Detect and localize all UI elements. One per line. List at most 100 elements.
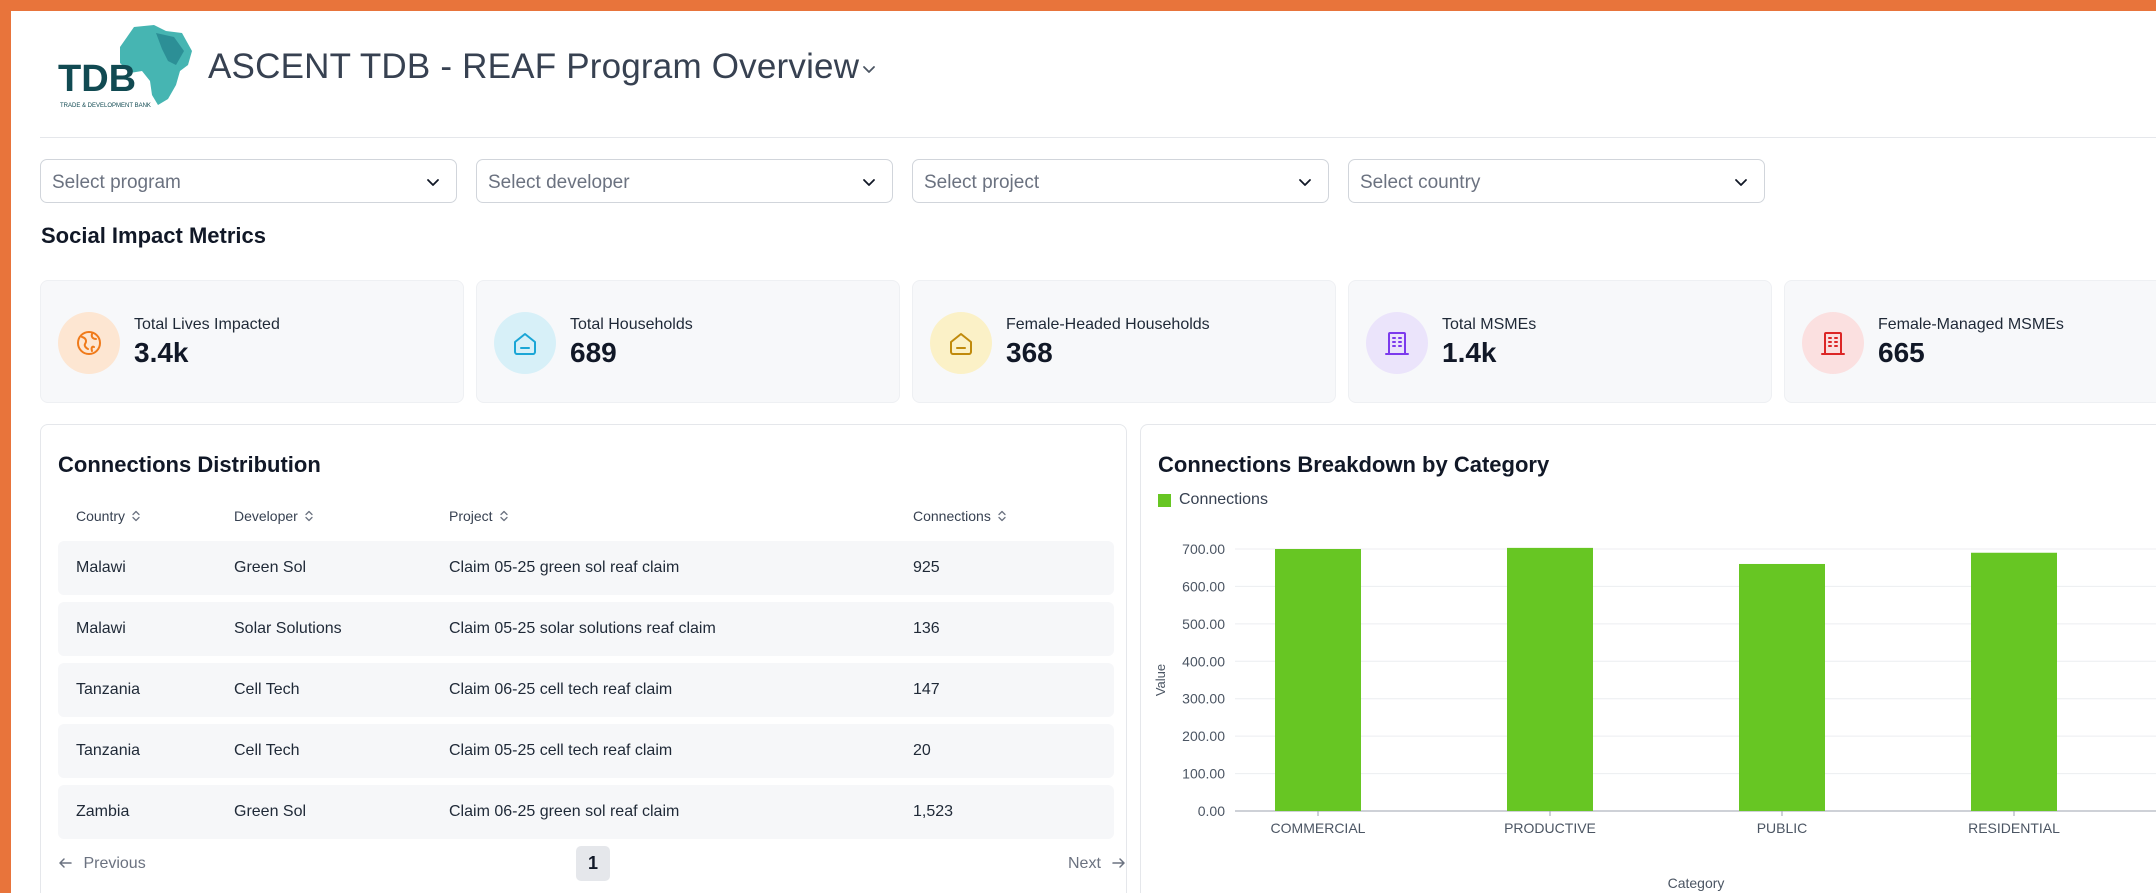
header: TDB TRADE & DEVELOPMENT BANK ASCENT TDB …	[11, 11, 2156, 137]
cell-connections: 147	[913, 681, 940, 698]
home-icon	[514, 333, 536, 355]
cell-country: Malawi	[76, 620, 126, 637]
home-icon	[950, 333, 972, 355]
metric-label: Total Households	[570, 316, 693, 333]
country-select-placeholder: Select country	[1360, 172, 1481, 193]
table-title: Connections Distribution	[58, 452, 321, 477]
metric-icon-bg	[930, 312, 992, 374]
chevron-down-icon	[427, 179, 439, 186]
column-header-project[interactable]: Project	[449, 508, 509, 524]
table-row[interactable]: Tanzania Cell Tech Claim 06-25 cell tech…	[58, 663, 1114, 717]
cell-project: Claim 05-25 solar solutions reaf claim	[449, 620, 716, 637]
metric-label: Total Lives Impacted	[134, 316, 280, 333]
metric-icon-bg	[494, 312, 556, 374]
project-select-placeholder: Select project	[924, 172, 1040, 193]
previous-label: Previous	[83, 855, 146, 872]
y-tick-label: 400.00	[1182, 653, 1225, 669]
y-tick-label: 500.00	[1182, 616, 1225, 632]
connections-chart-panel: Connections Breakdown by Category Connec…	[1140, 424, 2156, 893]
cell-country: Malawi	[76, 559, 126, 576]
y-tick-label: 300.00	[1182, 691, 1225, 707]
table-row[interactable]: Malawi Green Sol Claim 05-25 green sol r…	[58, 541, 1114, 595]
tdb-logo: TDB TRADE & DEVELOPMENT BANK	[58, 25, 192, 109]
y-axis-label: Value	[1153, 664, 1168, 696]
y-tick-label: 600.00	[1182, 578, 1225, 594]
chevron-down-icon[interactable]	[861, 61, 877, 77]
chevron-down-icon	[1299, 179, 1311, 186]
dashboard-frame: TDB TRADE & DEVELOPMENT BANK ASCENT TDB …	[11, 11, 2156, 893]
building-icon	[1385, 332, 1409, 355]
metric-card-lives: Total Lives Impacted 3.4k	[40, 280, 464, 403]
bar-public	[1739, 563, 1825, 811]
y-tick-label: 0.00	[1198, 803, 1225, 819]
sort-icon	[305, 510, 313, 522]
metric-card-households: Total Households 689	[476, 280, 900, 403]
table-row[interactable]: Tanzania Cell Tech Claim 05-25 cell tech…	[58, 724, 1114, 778]
cell-developer: Cell Tech	[234, 742, 300, 759]
column-header-label: Country	[76, 508, 126, 524]
x-tick-label: COMMERCIAL	[1271, 820, 1366, 836]
metric-value: 689	[570, 337, 617, 368]
metric-label: Total MSMEs	[1442, 316, 1537, 333]
y-tick-label: 100.00	[1182, 766, 1225, 782]
previous-page-button[interactable]: Previous	[58, 855, 146, 873]
sort-icon	[132, 510, 140, 522]
arrow-right-icon	[1112, 858, 1126, 868]
metric-card-female-households: Female-Headed Households 368	[912, 280, 1336, 403]
metric-icon-bg	[58, 312, 120, 374]
column-header-developer[interactable]: Developer	[234, 508, 314, 524]
x-tick-label: PUBLIC	[1757, 820, 1808, 836]
table-row[interactable]: Malawi Solar Solutions Claim 05-25 solar…	[58, 602, 1114, 656]
chevron-down-icon	[1735, 179, 1747, 186]
cell-connections: 20	[913, 742, 931, 759]
cell-project: Claim 05-25 cell tech reaf claim	[449, 742, 673, 759]
chevron-down-icon	[863, 179, 875, 186]
page-title: ASCENT TDB - REAF Program Overview	[208, 47, 860, 86]
column-header-connections[interactable]: Connections	[913, 508, 1007, 524]
page-number-button[interactable]: 1	[576, 846, 610, 881]
metric-label: Female-Managed MSMEs	[1878, 316, 2064, 333]
program-select[interactable]: Select program	[40, 159, 457, 203]
y-tick-label: 700.00	[1182, 541, 1225, 557]
metric-value: 368	[1006, 337, 1053, 368]
developer-select-placeholder: Select developer	[488, 172, 630, 193]
metric-label: Female-Headed Households	[1006, 316, 1210, 333]
column-header-country[interactable]: Country	[76, 508, 141, 524]
arrow-left-icon	[59, 858, 72, 868]
metric-value: 3.4k	[134, 337, 189, 368]
cell-project: Claim 06-25 cell tech reaf claim	[449, 681, 673, 698]
building-icon	[1821, 332, 1845, 355]
metric-card-female-msmes: Female-Managed MSMEs 665	[1784, 280, 2156, 403]
y-tick-label: 200.00	[1182, 728, 1225, 744]
bar-residential	[1971, 552, 2057, 811]
cell-project: Claim 06-25 green sol reaf claim	[449, 803, 680, 820]
x-axis-label: Category	[1668, 875, 1725, 891]
metric-value: 665	[1878, 337, 1925, 368]
developer-select[interactable]: Select developer	[476, 159, 893, 203]
next-label: Next	[1068, 855, 1101, 872]
logo-wordmark: TDB	[58, 58, 136, 100]
cell-project: Claim 05-25 green sol reaf claim	[449, 559, 680, 576]
connections-table-panel: Connections Distribution Country Develop…	[40, 424, 1127, 893]
cell-connections: 925	[913, 559, 940, 576]
bar-chart: 0.00 100.00 200.00 300.00 400.00 500.00 600.00…	[1153, 541, 2156, 891]
table-row[interactable]: Zambia Green Sol Claim 06-25 green sol r…	[58, 785, 1114, 839]
next-page-button[interactable]: Next	[1068, 855, 1126, 873]
country-select[interactable]: Select country	[1348, 159, 1765, 203]
metric-value: 1.4k	[1442, 337, 1497, 368]
column-header-label: Developer	[234, 508, 298, 524]
cell-connections: 1,523	[913, 803, 954, 820]
cell-developer: Green Sol	[234, 559, 307, 576]
x-tick-label: PRODUCTIVE	[1504, 820, 1596, 836]
cell-country: Tanzania	[76, 681, 141, 698]
cell-developer: Green Sol	[234, 803, 307, 820]
metric-icon-bg	[1802, 312, 1864, 374]
cell-country: Zambia	[76, 803, 130, 820]
bar-commercial	[1275, 549, 1361, 811]
cell-country: Tanzania	[76, 742, 141, 759]
sort-icon	[499, 510, 508, 522]
project-select[interactable]: Select project	[912, 159, 1329, 203]
header-divider	[40, 137, 2156, 138]
cell-connections: 136	[913, 620, 940, 637]
metric-icon-bg	[1366, 312, 1428, 374]
